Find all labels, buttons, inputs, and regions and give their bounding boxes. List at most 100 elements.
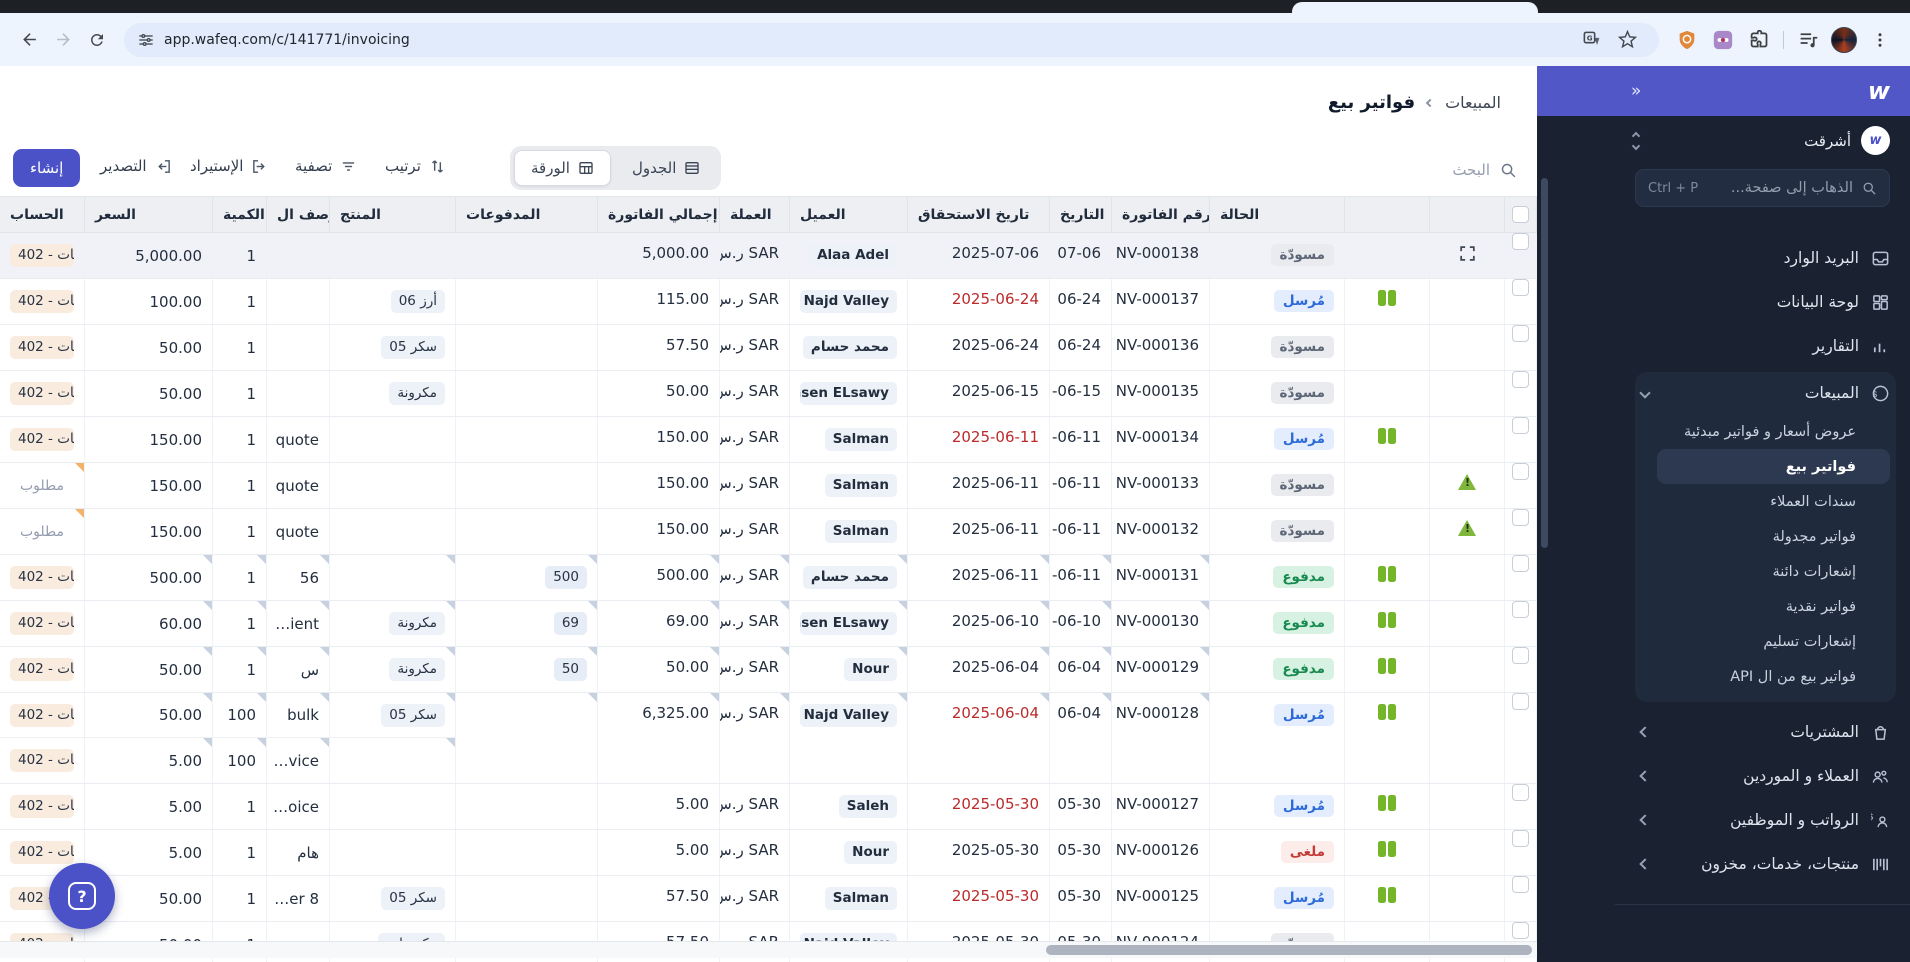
help-button[interactable]: ?: [49, 863, 115, 929]
quantity-cell[interactable]: 100: [213, 693, 267, 738]
date-cell[interactable]: 05-30: [1050, 784, 1112, 829]
price-cell[interactable]: 150.00: [85, 509, 213, 554]
address-bar[interactable]: app.wafeq.com/c/141771/invoicing G: [124, 22, 1659, 57]
price-cell[interactable]: 5.00: [85, 784, 213, 829]
currency-cell[interactable]: SAR ر.س: [720, 417, 790, 462]
customer-cell[interactable]: Mohsen ELsawy: [790, 601, 908, 646]
column-header-12[interactable]: الحالة: [1210, 197, 1345, 232]
due-date-cell[interactable]: 2025-06-10: [908, 601, 1050, 646]
price-cell[interactable]: 60.00: [85, 601, 213, 646]
currency-cell[interactable]: SAR ر.س: [720, 830, 790, 875]
invoice-total-cell[interactable]: 150.00: [598, 417, 720, 462]
invoice-row[interactable]: 402 - مبيعات50.00100bulk05 سكر 402 - مبيع…: [0, 693, 1537, 784]
row-checkbox[interactable]: [1512, 922, 1529, 939]
description-cell[interactable]: quote: [267, 417, 330, 462]
horizontal-scrollbar[interactable]: [0, 941, 1537, 958]
product-cell[interactable]: 05 سكر: [330, 876, 456, 921]
customer-cell[interactable]: محمد حسام: [790, 555, 908, 600]
date-cell[interactable]: 06-24: [1050, 279, 1112, 324]
sidebar-item-payroll[interactable]: $ الرواتب و الموظفين: [1635, 798, 1890, 842]
due-date-cell[interactable]: 2025-06-24: [908, 279, 1050, 324]
payments-cell[interactable]: [456, 325, 598, 370]
currency-cell[interactable]: SAR ر.س: [720, 784, 790, 829]
currency-cell[interactable]: SAR ر.س: [720, 555, 790, 600]
invoice-total-cell[interactable]: 69.00: [598, 601, 720, 646]
invoice-row[interactable]: 402 - مبيعات100.001 06 أرز 115.00SAR ر.سNa…: [0, 279, 1537, 325]
browser-menu-icon[interactable]: [1865, 25, 1895, 55]
sidebar-subitem[interactable]: إشعارات تسليم: [1635, 624, 1890, 659]
breadcrumb-parent[interactable]: المبيعات: [1445, 93, 1501, 112]
invoice-number-cell[interactable]: NV-000127: [1112, 784, 1210, 829]
invoice-row[interactable]: 402 - مبيعات150.001quote150.00SAR ر.سSal…: [0, 417, 1537, 463]
sidebar-subitem[interactable]: فواتير مجدولة: [1635, 519, 1890, 554]
column-header-5[interactable]: المدفوعات: [456, 197, 598, 232]
product-cell[interactable]: [330, 738, 456, 783]
due-date-cell[interactable]: 2025-05-30: [908, 784, 1050, 829]
workspace-switcher[interactable]: w أشرقت: [1537, 116, 1910, 163]
price-cell[interactable]: 5,000.00: [85, 233, 213, 278]
quantity-cell[interactable]: 1: [213, 233, 267, 278]
expand-icon[interactable]: [1458, 244, 1477, 263]
description-cell[interactable]: …vice: [267, 738, 330, 783]
due-date-cell[interactable]: 2025-06-11: [908, 463, 1050, 508]
row-checkbox[interactable]: [1512, 876, 1529, 893]
profile-avatar[interactable]: [1829, 25, 1859, 55]
sidebar-item-sales[interactable]: $ المبيعات: [1635, 372, 1890, 414]
sidebar-subitem-active[interactable]: فواتير بيع: [1657, 449, 1890, 484]
quantity-cell[interactable]: 1: [213, 555, 267, 600]
export-button[interactable]: التصدير: [100, 157, 172, 175]
payments-cell[interactable]: [456, 417, 598, 462]
quantity-cell[interactable]: 1: [213, 371, 267, 416]
invoice-total-cell[interactable]: 57.50: [598, 325, 720, 370]
quantity-cell[interactable]: 1: [213, 325, 267, 370]
invoice-number-cell[interactable]: NV-000138: [1112, 233, 1210, 278]
account-cell[interactable]: مطلوب: [0, 509, 85, 554]
scrollbar-thumb[interactable]: [1046, 945, 1532, 955]
column-header-1[interactable]: السعر: [85, 197, 213, 232]
description-cell[interactable]: س: [267, 647, 330, 692]
invoice-total-cell[interactable]: 5.00: [598, 830, 720, 875]
due-date-cell[interactable]: 2025-07-06: [908, 233, 1050, 278]
column-header-2[interactable]: الكمية: [213, 197, 267, 232]
customer-cell[interactable]: Nour: [790, 647, 908, 692]
invoice-row[interactable]: 402 - مبيعات50.001مكرونة50.00SAR ر.سMohs…: [0, 371, 1537, 417]
row-checkbox[interactable]: [1512, 233, 1529, 250]
date-cell[interactable]: 05-30: [1050, 876, 1112, 921]
payments-cell[interactable]: [456, 371, 598, 416]
price-cell[interactable]: 5.00: [85, 738, 213, 783]
quantity-cell[interactable]: 1: [213, 876, 267, 921]
filter-button[interactable]: تصفية: [295, 157, 357, 175]
account-cell[interactable]: 402 - مبيعات: [0, 279, 85, 324]
customer-cell[interactable]: Alaa Adel: [790, 233, 908, 278]
date-cell[interactable]: 06-04: [1050, 647, 1112, 692]
description-cell[interactable]: bulk: [267, 693, 330, 738]
price-cell[interactable]: 50.00: [85, 693, 213, 738]
description-cell[interactable]: quote: [267, 509, 330, 554]
row-checkbox[interactable]: [1512, 830, 1529, 847]
browser-tab[interactable]: [1292, 2, 1538, 13]
sidebar-item-dashboard[interactable]: لوحة البيانات: [1635, 280, 1890, 324]
product-cell[interactable]: [330, 784, 456, 829]
invoice-total-cell[interactable]: 150.00: [598, 509, 720, 554]
product-cell[interactable]: [330, 417, 456, 462]
customer-cell[interactable]: Salman: [790, 509, 908, 554]
row-checkbox[interactable]: [1512, 325, 1529, 342]
due-date-cell[interactable]: 2025-06-11: [908, 509, 1050, 554]
product-cell[interactable]: مكرونة: [330, 647, 456, 692]
currency-cell[interactable]: SAR ر.س: [720, 647, 790, 692]
column-header-6[interactable]: إجمالي الفاتورة: [598, 197, 720, 232]
invoice-row[interactable]: 402 - مبيعات500.00156500500.00SAR ر.سمحم…: [0, 555, 1537, 601]
row-checkbox[interactable]: [1512, 784, 1529, 801]
invoice-number-cell[interactable]: NV-000137: [1112, 279, 1210, 324]
due-date-cell[interactable]: 2025-06-04: [908, 647, 1050, 692]
customer-cell[interactable]: Salman: [790, 876, 908, 921]
column-header-9[interactable]: تاريخ الاستحقاق: [908, 197, 1050, 232]
description-cell[interactable]: …oice: [267, 784, 330, 829]
currency-cell[interactable]: SAR ر.س: [720, 463, 790, 508]
invoice-total-cell[interactable]: 150.00: [598, 463, 720, 508]
sidebar-item-purchases[interactable]: المشتريات: [1635, 710, 1890, 754]
product-cell[interactable]: 05 سكر: [330, 325, 456, 370]
back-icon[interactable]: [12, 23, 46, 57]
product-cell[interactable]: [330, 555, 456, 600]
payments-cell[interactable]: 500: [456, 555, 598, 600]
